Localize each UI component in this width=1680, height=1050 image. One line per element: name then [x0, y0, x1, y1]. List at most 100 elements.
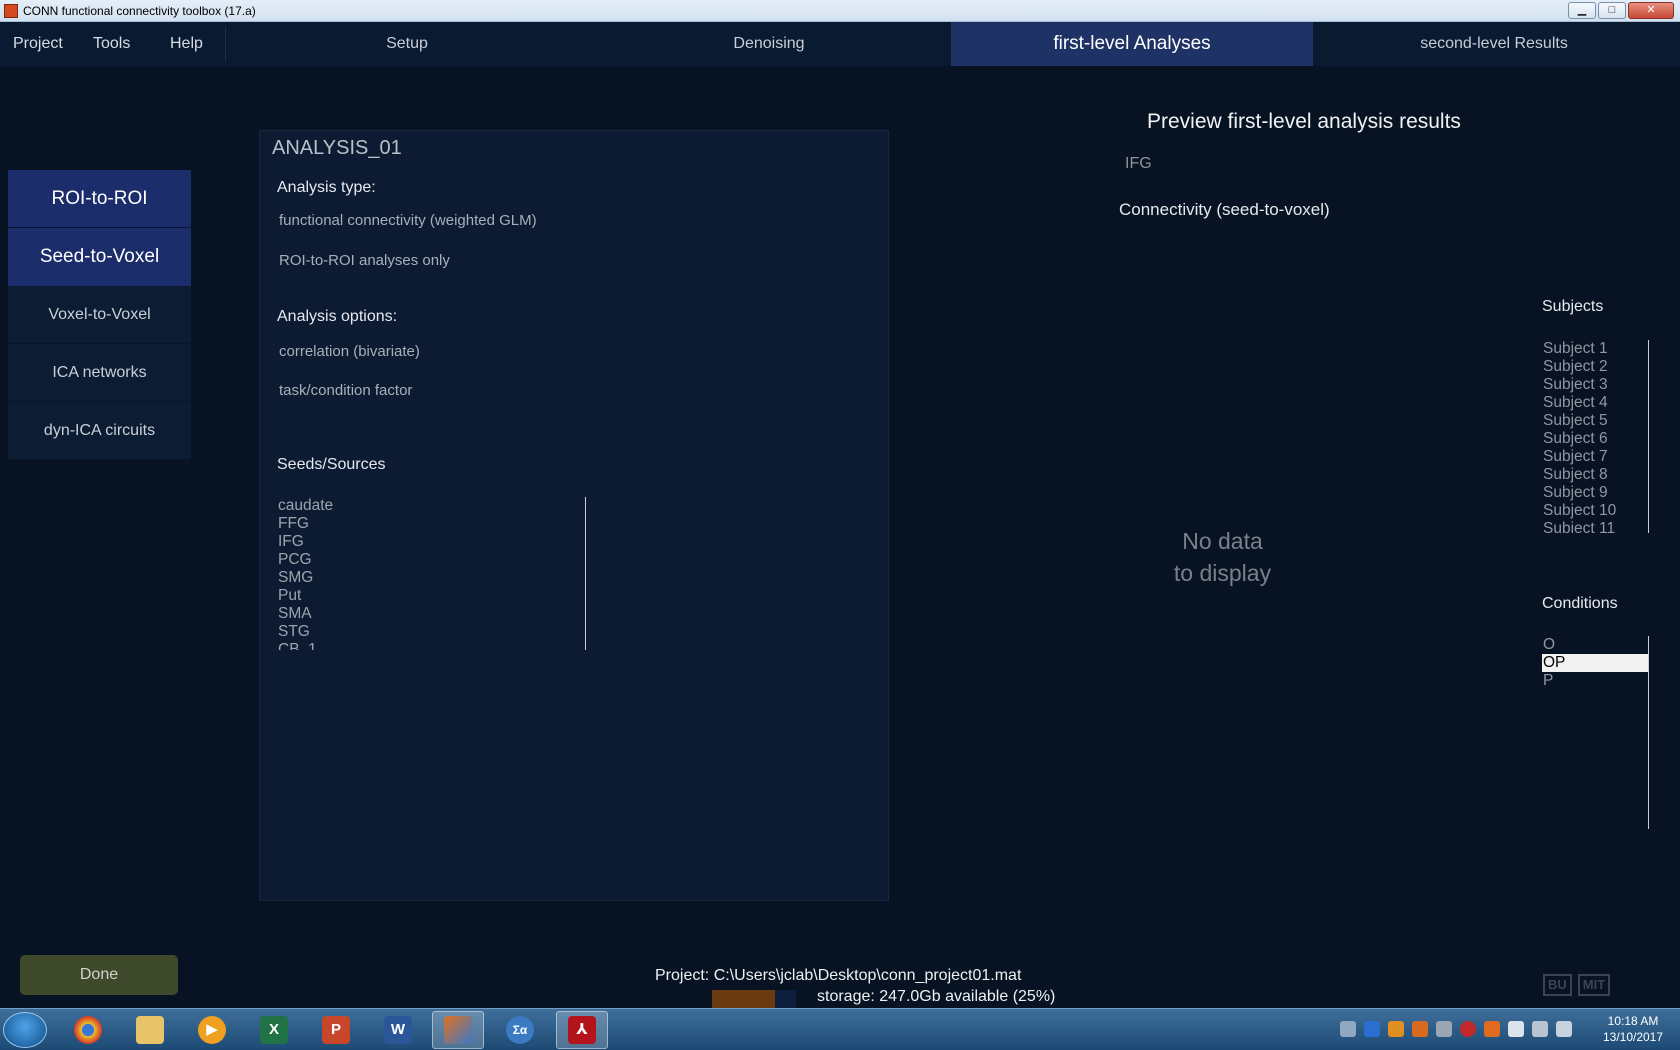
- menu-bar: Project Tools Help Setup Denoising first…: [0, 22, 1680, 66]
- excel-icon: X: [260, 1016, 288, 1044]
- mit-logo: MIT: [1577, 974, 1611, 996]
- maximize-button[interactable]: □: [1598, 2, 1626, 19]
- subject-item[interactable]: Subject 4: [1542, 394, 1648, 412]
- condition-item[interactable]: O: [1542, 636, 1648, 654]
- word-icon: W: [384, 1016, 412, 1044]
- media-player-icon: ▶: [198, 1016, 226, 1044]
- taskbar-matlab[interactable]: [432, 1011, 484, 1049]
- tab-denoising[interactable]: Denoising: [588, 22, 950, 66]
- minimize-button[interactable]: ▁: [1568, 2, 1596, 19]
- file-explorer-icon: [136, 1016, 164, 1044]
- menu-tools[interactable]: Tools: [93, 22, 130, 66]
- clock-time: 10:18 AM: [1607, 1014, 1659, 1028]
- nav-voxel-to-voxel[interactable]: Voxel-to-Voxel: [8, 286, 191, 344]
- taskbar-word[interactable]: W: [372, 1011, 424, 1049]
- taskbar-explorer[interactable]: [124, 1011, 176, 1049]
- taskbar-acrobat[interactable]: ⅄: [556, 1011, 608, 1049]
- seeds-label: Seeds/Sources: [277, 456, 386, 473]
- analysis-options-label: Analysis options:: [277, 308, 398, 325]
- bu-logo: BU: [1543, 974, 1572, 996]
- menu-help[interactable]: Help: [170, 22, 203, 66]
- subject-item[interactable]: Subject 6: [1542, 430, 1648, 448]
- conditions-label: Conditions: [1542, 595, 1618, 612]
- network-icon[interactable]: [1532, 1021, 1548, 1037]
- subject-item[interactable]: Subject 1: [1542, 340, 1648, 358]
- conditions-list[interactable]: O OP P: [1542, 636, 1649, 829]
- storage-bar: [712, 990, 796, 1008]
- taskbar-math[interactable]: Σα: [494, 1011, 546, 1049]
- seed-item[interactable]: CB_1: [278, 641, 585, 650]
- close-button[interactable]: ✕: [1628, 2, 1674, 19]
- analysis-scope-select[interactable]: ROI-to-ROI analyses only: [279, 252, 450, 269]
- nav-dyn-ica-circuits[interactable]: dyn-ICA circuits: [8, 402, 191, 460]
- battery-icon[interactable]: [1436, 1021, 1452, 1037]
- analysis-panel: ANALYSIS_01 Analysis type: functional co…: [259, 130, 889, 901]
- brave-icon[interactable]: [1484, 1021, 1500, 1037]
- subjects-list[interactable]: Subject 1 Subject 2 Subject 3 Subject 4 Subj…: [1542, 340, 1649, 533]
- chrome-icon: [74, 1016, 102, 1044]
- subject-item[interactable]: Subject 2: [1542, 358, 1648, 376]
- no-data-message: No data to display: [1160, 525, 1285, 589]
- no-data-line-2: to display: [1173, 560, 1272, 586]
- volume-icon[interactable]: [1556, 1021, 1572, 1037]
- analysis-measure-select[interactable]: correlation (bivariate): [279, 343, 420, 360]
- seed-item[interactable]: Put: [278, 587, 585, 605]
- done-button[interactable]: Done: [20, 955, 178, 995]
- preview-title: Preview first-level analysis results: [1147, 110, 1461, 133]
- nav-seed-to-voxel[interactable]: Seed-to-Voxel: [8, 228, 191, 286]
- title-bar: CONN functional connectivity toolbox (17…: [0, 0, 1680, 22]
- seed-item[interactable]: IFG: [278, 533, 585, 551]
- subject-item[interactable]: Subject 8: [1542, 466, 1648, 484]
- subject-item[interactable]: Subject 11: [1542, 520, 1648, 533]
- antivirus-icon[interactable]: [1460, 1021, 1476, 1037]
- malwarebytes-icon[interactable]: [1364, 1021, 1380, 1037]
- preview-type-select[interactable]: Connectivity (seed-to-voxel): [1119, 200, 1330, 220]
- preview-seed: IFG: [1125, 155, 1152, 172]
- flag-icon[interactable]: [1508, 1021, 1524, 1037]
- analysis-factor-select[interactable]: task/condition factor: [279, 382, 412, 399]
- seeds-list[interactable]: caudate FFG IFG PCG SMG Put SMA STG CB_1: [278, 497, 586, 650]
- menu-project[interactable]: Project: [13, 22, 63, 66]
- subject-item[interactable]: Subject 9: [1542, 484, 1648, 502]
- seed-item[interactable]: PCG: [278, 551, 585, 569]
- tab-setup[interactable]: Setup: [226, 22, 588, 66]
- powerpoint-icon: P: [322, 1016, 350, 1044]
- storage-info: storage: 247.0Gb available (25%): [817, 988, 1056, 1005]
- seed-item[interactable]: FFG: [278, 515, 585, 533]
- analysis-type-label: Analysis type:: [277, 179, 376, 196]
- window-controls: ▁ □ ✕: [1568, 2, 1674, 19]
- subject-item[interactable]: Subject 7: [1542, 448, 1648, 466]
- window-title: CONN functional connectivity toolbox (17…: [23, 4, 256, 18]
- acrobat-icon: ⅄: [568, 1016, 596, 1044]
- start-button[interactable]: [3, 1012, 47, 1048]
- analysis-name[interactable]: ANALYSIS_01: [272, 137, 402, 160]
- seed-item[interactable]: SMG: [278, 569, 585, 587]
- condition-item[interactable]: OP: [1542, 654, 1648, 672]
- subject-item[interactable]: Subject 3: [1542, 376, 1648, 394]
- tab-second-level-results[interactable]: second-level Results: [1313, 22, 1675, 66]
- tray-app-icon[interactable]: [1412, 1021, 1428, 1037]
- taskbar-excel[interactable]: X: [248, 1011, 300, 1049]
- project-path: Project: C:\Users\jclab\Desktop\conn_pro…: [655, 967, 1022, 984]
- tab-first-level-analyses[interactable]: first-level Analyses: [951, 22, 1313, 66]
- nav-ica-networks[interactable]: ICA networks: [8, 344, 191, 402]
- subject-item[interactable]: Subject 10: [1542, 502, 1648, 520]
- taskbar-chrome[interactable]: [62, 1011, 114, 1049]
- avast-icon[interactable]: [1388, 1021, 1404, 1037]
- subject-item[interactable]: Subject 5: [1542, 412, 1648, 430]
- seed-item[interactable]: caudate: [278, 497, 585, 515]
- taskbar-powerpoint[interactable]: P: [310, 1011, 362, 1049]
- subjects-label: Subjects: [1542, 298, 1604, 315]
- analysis-type-select[interactable]: functional connectivity (weighted GLM): [279, 212, 537, 229]
- condition-item[interactable]: P: [1542, 672, 1648, 690]
- seed-item[interactable]: STG: [278, 623, 585, 641]
- windows-taskbar: ▶ X P W Σα ⅄ 10:18 AM 13/10/2017: [0, 1008, 1680, 1050]
- nav-roi-to-roi[interactable]: ROI-to-ROI: [8, 170, 191, 228]
- clock-date: 13/10/2017: [1602, 1030, 1664, 1044]
- taskbar-media[interactable]: ▶: [186, 1011, 238, 1049]
- clock[interactable]: 10:18 AM 13/10/2017: [1590, 1013, 1676, 1045]
- system-tray: [1340, 1021, 1572, 1037]
- math-icon: Σα: [506, 1016, 534, 1044]
- keyboard-icon[interactable]: [1340, 1021, 1356, 1037]
- seed-item[interactable]: SMA: [278, 605, 585, 623]
